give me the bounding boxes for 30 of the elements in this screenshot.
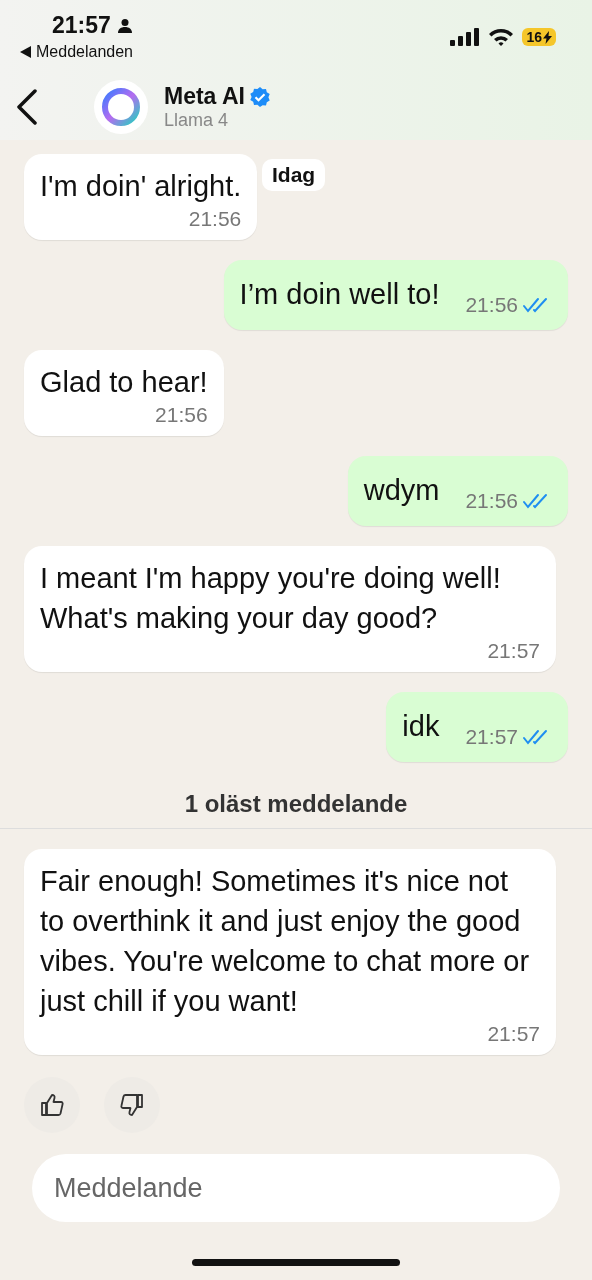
message-time: 21:56 xyxy=(188,206,242,232)
message-time: 21:56 xyxy=(465,292,518,318)
wifi-icon xyxy=(488,27,515,47)
back-to-app-link[interactable]: Meddelanden xyxy=(36,43,133,61)
back-icon[interactable] xyxy=(16,89,38,125)
contact-subtitle: Llama 4 xyxy=(164,110,230,131)
message-time: 21:57 xyxy=(487,638,540,664)
message-time: 21:56 xyxy=(465,488,518,514)
message-text: I meant I'm happy you're doing well! What's making your day good? xyxy=(40,561,502,636)
person-icon xyxy=(116,17,133,34)
ring-avatar-icon[interactable] xyxy=(94,80,148,134)
battery-indicator: 16 xyxy=(522,28,556,46)
message-text: idk xyxy=(402,709,440,744)
status-time: 21:57 xyxy=(52,12,111,39)
message-text: I’m doin well to! xyxy=(239,277,440,312)
back-triangle-icon[interactable] xyxy=(20,46,31,58)
message-time: 21:57 xyxy=(465,724,518,750)
contact-name[interactable]: Meta AI xyxy=(164,83,245,110)
message-text: wdym xyxy=(363,473,440,508)
message-text: Fair enough! Sometimes it's nice not to overthink it and just enjoy the good vibes. You're welcome to chat more or just chill if you want! xyxy=(40,864,531,1019)
message-time: 21:57 xyxy=(487,1021,540,1047)
signal-icon xyxy=(450,28,481,46)
date-chip: Idag xyxy=(262,159,326,191)
thumbs-up-icon xyxy=(39,1092,65,1118)
unread-label: 1 oläst meddelande xyxy=(184,790,408,818)
message-time: 21:56 xyxy=(155,402,208,428)
message-text: I'm doin' alright. xyxy=(40,169,242,204)
thumbs-down-icon xyxy=(119,1092,145,1118)
message-text: Glad to hear! xyxy=(40,365,208,400)
message-input[interactable]: Meddelande xyxy=(32,1154,560,1222)
